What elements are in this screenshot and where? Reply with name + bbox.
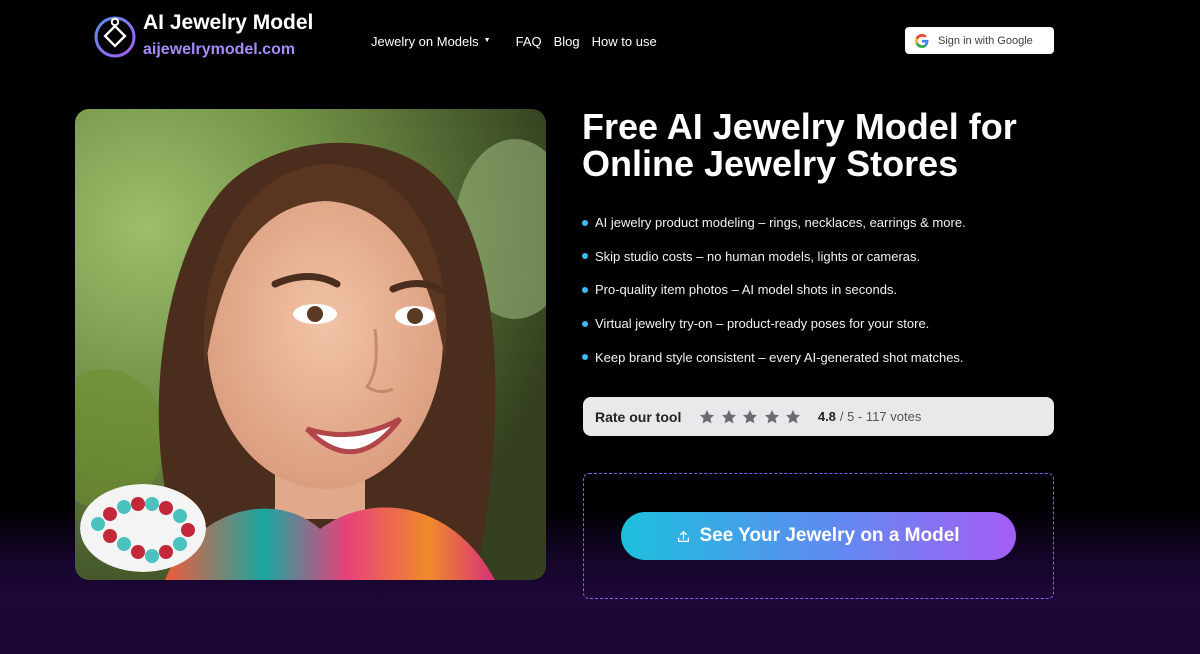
star-icon[interactable] [764, 409, 780, 425]
bullet-dot-icon [582, 286, 588, 293]
nav-jewelry-on-models-label: Jewelry on Models [371, 34, 479, 49]
sign-in-label: Sign in with Google [938, 34, 1033, 47]
caret-down-icon: ▼ [483, 37, 491, 44]
nav-blog[interactable]: Blog [554, 34, 580, 49]
star-icon[interactable] [699, 409, 715, 425]
cta-label: See Your Jewelry on a Model [699, 525, 960, 546]
sign-in-with-google-button[interactable]: Sign in with Google [905, 27, 1054, 54]
rating-score: 4.8 [817, 409, 836, 424]
rating-widget: Rate our tool 4.8 / 5 - 117 votes [583, 397, 1054, 436]
star-rating [699, 409, 807, 425]
nav-jewelry-on-models[interactable]: Jewelry on Models ▼ [371, 34, 491, 49]
feature-item: Keep brand style consistent – every AI-g… [582, 349, 966, 366]
upload-icon [678, 530, 690, 542]
jewelry-bracelet-thumbnail [80, 484, 206, 572]
page-title: Free AI Jewelry Model for Online Jewelry… [582, 108, 1102, 182]
bullet-dot-icon [582, 354, 588, 361]
bullet-dot-icon [582, 219, 588, 226]
feature-text: Virtual jewelry try-on – product-ready p… [595, 316, 930, 332]
nav-how-to-use[interactable]: How to use [592, 34, 657, 49]
nav-faq[interactable]: FAQ [516, 34, 542, 49]
see-your-jewelry-button[interactable]: See Your Jewelry on a Model [621, 512, 1016, 560]
feature-item: Virtual jewelry try-on – product-ready p… [582, 315, 966, 332]
page-title-line-1: Free AI Jewelry Model for [582, 106, 1017, 147]
feature-item: Pro-quality item photos – AI model shots… [582, 281, 966, 298]
page-title-line-2: Online Jewelry Stores [582, 143, 959, 184]
main-nav: Jewelry on Models ▼ FAQ Blog How to use [371, 34, 657, 49]
star-icon[interactable] [742, 409, 758, 425]
rating-label: Rate our tool [595, 408, 682, 425]
feature-item: AI jewelry product modeling – rings, nec… [582, 214, 966, 231]
feature-text: Skip studio costs – no human models, lig… [595, 248, 921, 264]
site-logo[interactable]: AI Jewelry Model aijewelrymodel.com [93, 11, 314, 59]
feature-text: Keep brand style consistent – every AI-g… [595, 349, 964, 365]
feature-text: Pro-quality item photos – AI model shots… [595, 282, 898, 298]
pendant-logo-icon [94, 16, 136, 58]
bullet-dot-icon [582, 320, 588, 327]
logo-domain: aijewelrymodel.com [143, 41, 296, 58]
star-icon[interactable] [785, 409, 801, 425]
logo-title: AI Jewelry Model [143, 11, 314, 34]
feature-text: AI jewelry product modeling – rings, nec… [595, 215, 966, 230]
bullet-dot-icon [582, 253, 588, 260]
feature-item: Skip studio costs – no human models, lig… [582, 248, 966, 265]
feature-list: AI jewelry product modeling – rings, nec… [582, 214, 966, 382]
rating-votes: / 5 - 117 votes [839, 409, 922, 424]
google-g-icon [915, 33, 929, 48]
star-icon[interactable] [721, 409, 737, 425]
